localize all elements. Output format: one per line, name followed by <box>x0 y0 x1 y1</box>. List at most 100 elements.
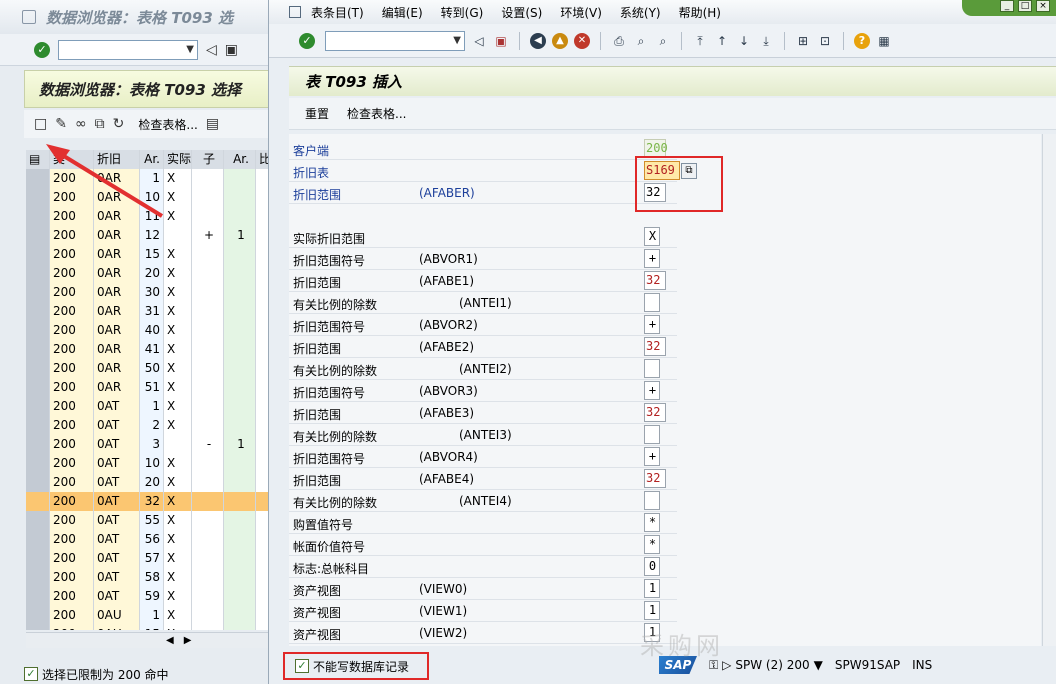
table-row[interactable]: 200 0AR 10 X <box>26 188 270 207</box>
row-selector[interactable] <box>26 245 50 264</box>
row-selector[interactable] <box>26 188 50 207</box>
find-icon[interactable]: ⌕ <box>633 33 649 49</box>
input-field[interactable]: + <box>644 249 660 268</box>
row-selector[interactable] <box>26 264 50 283</box>
table-row[interactable]: 200 0AR 15 X <box>26 245 270 264</box>
row-selector[interactable] <box>26 169 50 188</box>
form-vertical-scrollbar[interactable] <box>1042 134 1056 646</box>
row-selector[interactable] <box>26 454 50 473</box>
column-header[interactable]: 类 <box>50 150 94 169</box>
row-selector[interactable] <box>26 492 50 511</box>
chevron-down-icon[interactable]: ▼ <box>814 658 823 672</box>
enter-check-icon[interactable]: ✓ <box>299 32 315 49</box>
row-selector[interactable] <box>26 302 50 321</box>
table-row[interactable]: 200 0AT 10 X <box>26 454 270 473</box>
help-icon[interactable]: ? <box>854 32 870 49</box>
table-row[interactable]: 200 0AR 12 +1 <box>26 226 270 245</box>
close-icon[interactable]: × <box>1036 0 1050 12</box>
table-row[interactable]: 200 0AU 1 X <box>26 606 270 625</box>
input-field[interactable]: S169 <box>644 161 680 180</box>
menu-item[interactable]: 系统(Y) <box>620 4 661 21</box>
input-field[interactable]: 32 <box>644 337 666 356</box>
input-field[interactable] <box>644 425 660 444</box>
chevron-down-icon[interactable]: ▼ <box>453 35 461 46</box>
input-field[interactable]: * <box>644 513 660 532</box>
menu-item[interactable]: 帮助(H) <box>679 4 721 21</box>
menu-item[interactable]: 转到(G) <box>441 4 484 21</box>
menu-item[interactable]: 环境(V) <box>560 4 602 21</box>
input-field[interactable]: 200 <box>644 139 668 158</box>
table-row[interactable]: 200 0AT 56 X <box>26 530 270 549</box>
row-selector[interactable] <box>26 606 50 625</box>
row-selector[interactable] <box>26 207 50 226</box>
table-row[interactable]: 200 0AT 57 X <box>26 549 270 568</box>
play-icon[interactable]: ▷ <box>722 658 731 672</box>
input-field[interactable]: X <box>644 227 660 246</box>
input-field[interactable]: 32 <box>644 403 666 422</box>
check-table-button[interactable]: 检查表格... <box>347 105 406 122</box>
column-header[interactable]: 子 <box>192 150 224 169</box>
table-row[interactable]: 200 0AR 1 X <box>26 169 270 188</box>
table-row[interactable]: 200 0AT 32 X <box>26 492 270 511</box>
input-field[interactable] <box>644 359 660 378</box>
input-field[interactable]: + <box>644 315 660 334</box>
row-selector[interactable] <box>26 473 50 492</box>
input-field[interactable]: * <box>644 535 660 554</box>
input-field[interactable]: + <box>644 447 660 466</box>
exit-icon[interactable]: ▲ <box>552 32 568 49</box>
find-next-icon[interactable]: ⌕ <box>655 33 671 49</box>
menu-item[interactable]: 表条目(T) <box>311 4 364 21</box>
details-icon[interactable]: ▤ <box>206 116 219 132</box>
row-selector[interactable] <box>26 416 50 435</box>
table-row[interactable]: 200 0AT 3 -1 <box>26 435 270 454</box>
column-header[interactable]: Ar. <box>140 150 164 169</box>
input-field[interactable] <box>644 491 660 510</box>
back-arrow-icon[interactable]: ◁ <box>471 33 487 49</box>
table-row[interactable]: 200 0AT 55 X <box>26 511 270 530</box>
reset-button[interactable]: 重置 <box>305 105 329 122</box>
input-field[interactable] <box>644 293 660 312</box>
maximize-icon[interactable]: □ <box>1018 0 1032 12</box>
input-field[interactable]: 0 <box>644 557 660 576</box>
row-selector[interactable] <box>26 397 50 416</box>
table-row[interactable]: 200 0AR 20 X <box>26 264 270 283</box>
table-row[interactable]: 200 0AR 50 X <box>26 359 270 378</box>
menu-item[interactable]: 编辑(E) <box>382 4 423 21</box>
save-icon[interactable]: ▣ <box>493 33 509 49</box>
input-field[interactable]: 32 <box>644 469 666 488</box>
copy-icon[interactable]: ⧉ <box>95 116 105 132</box>
minimize-icon[interactable]: _ <box>1000 0 1014 12</box>
row-selector[interactable] <box>26 359 50 378</box>
last-page-icon[interactable]: ⤓ <box>758 33 774 49</box>
table-row[interactable]: 2000AU15X <box>26 625 270 630</box>
row-selector[interactable] <box>26 625 50 630</box>
table-row[interactable]: 200 0AT 2 X <box>26 416 270 435</box>
input-field[interactable]: 32 <box>644 271 666 290</box>
row-selector[interactable] <box>26 226 50 245</box>
menu-item[interactable]: 设置(S) <box>501 4 542 21</box>
next-page-icon[interactable]: ↓ <box>736 33 752 49</box>
row-selector[interactable] <box>26 283 50 302</box>
back-icon[interactable]: ◀ <box>530 32 546 49</box>
first-page-icon[interactable]: ⤒ <box>692 33 708 49</box>
row-selector[interactable] <box>26 530 50 549</box>
refresh-icon[interactable]: ↻ <box>113 116 125 132</box>
enter-check-icon[interactable]: ✓ <box>34 41 50 58</box>
new-entry-icon[interactable]: □ <box>34 116 47 132</box>
table-row[interactable]: 200 0AR 31 X <box>26 302 270 321</box>
row-selector[interactable] <box>26 511 50 530</box>
menu-window-icon[interactable] <box>289 6 301 18</box>
table-row[interactable]: 200 0AR 11 X <box>26 207 270 226</box>
no-db-write-checkbox[interactable]: ✓ <box>295 659 309 673</box>
table-row[interactable]: 200 0AR 51 X <box>26 378 270 397</box>
value-help-icon[interactable]: ⧉ <box>681 163 697 179</box>
previous-page-icon[interactable]: ↑ <box>714 33 730 49</box>
table-row[interactable]: 200 0AR 41 X <box>26 340 270 359</box>
table-row[interactable]: 200 0AT 58 X <box>26 568 270 587</box>
input-field[interactable]: 32 <box>644 183 666 202</box>
cancel-icon[interactable]: ✕ <box>574 32 590 49</box>
chevron-down-icon[interactable]: ▼ <box>186 44 194 55</box>
bg-command-field[interactable]: ▼ <box>58 39 198 60</box>
bg-horizontal-scrollbar[interactable]: ◀ ▶ <box>26 632 270 648</box>
check-table-button[interactable]: 检查表格... <box>138 116 197 133</box>
